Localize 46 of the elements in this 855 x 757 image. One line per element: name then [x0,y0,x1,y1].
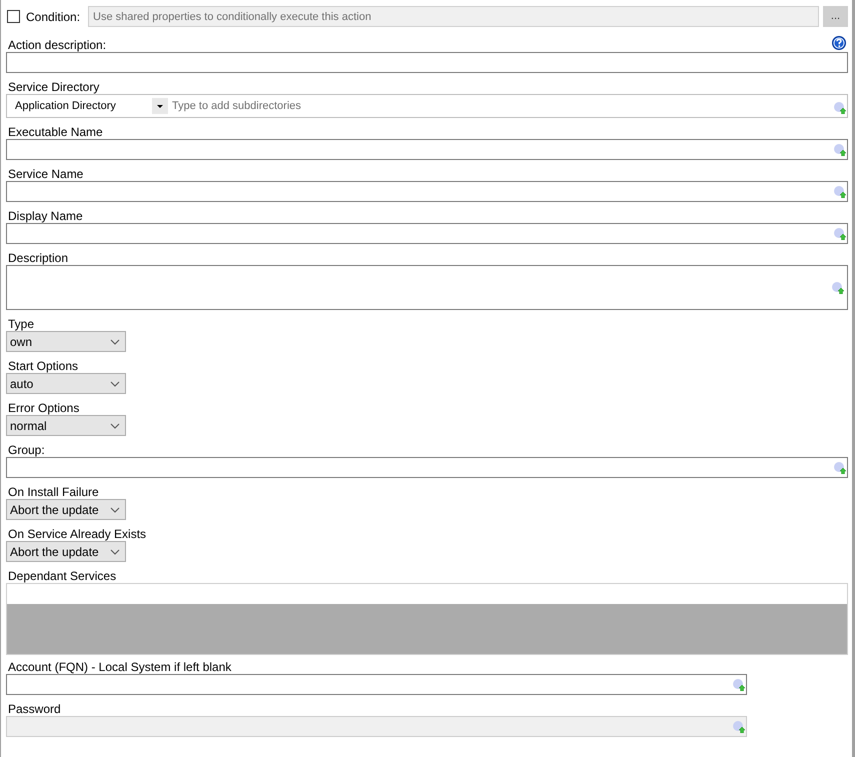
property-icon[interactable] [834,228,846,240]
help-icon[interactable] [832,36,846,50]
dropdown[interactable]: normal [6,415,126,436]
property-icon[interactable] [733,679,745,691]
dropdown[interactable]: Abort the update [6,541,126,562]
field-label: Action description: [8,39,106,51]
text-field[interactable] [6,181,848,202]
field-label: Description [8,252,68,264]
field-label: Start Options [8,360,78,372]
directory-field[interactable]: Application Directory Type to add subdirectories [6,94,848,118]
caret-icon[interactable] [152,98,168,114]
property-icon[interactable] [834,186,846,198]
field-label: Group: [8,444,45,456]
text-field[interactable] [6,674,747,695]
condition-label: Condition: [26,8,82,26]
services-list[interactable] [6,583,848,655]
property-icon[interactable] [834,102,846,114]
field-label: Service Name [8,168,84,180]
dropdown[interactable]: Abort the update [6,499,126,520]
property-icon[interactable] [832,282,844,294]
field-label: Dependant Services [8,570,116,582]
text-field[interactable] [6,52,848,73]
dropdown[interactable]: own [6,331,126,352]
chevron-icon[interactable] [110,380,120,386]
field-label: Service Directory [8,81,100,93]
property-icon[interactable] [834,144,846,156]
dropdown[interactable]: auto [6,373,126,394]
browse-button[interactable]: ... [823,6,848,27]
text-field[interactable] [6,223,848,244]
field-label: Executable Name [8,126,103,138]
chevron-icon[interactable] [110,548,120,554]
property-icon[interactable] [834,462,846,474]
field-label: Display Name [8,210,83,222]
field-label: Password [8,703,61,715]
condition-checkbox[interactable] [7,10,20,23]
field-label: On Service Already Exists [8,528,146,540]
field-label: Account (FQN) - Local System if left blank [8,661,232,673]
field-label: Error Options [8,402,80,414]
text-field[interactable] [6,457,848,478]
field-label: On Install Failure [8,486,99,498]
field-label: Type [8,318,34,330]
chevron-icon[interactable] [110,506,120,512]
chevron-icon[interactable] [110,338,120,344]
text-field[interactable] [6,139,848,160]
text-area[interactable] [6,265,848,310]
chevron-icon[interactable] [110,422,120,428]
